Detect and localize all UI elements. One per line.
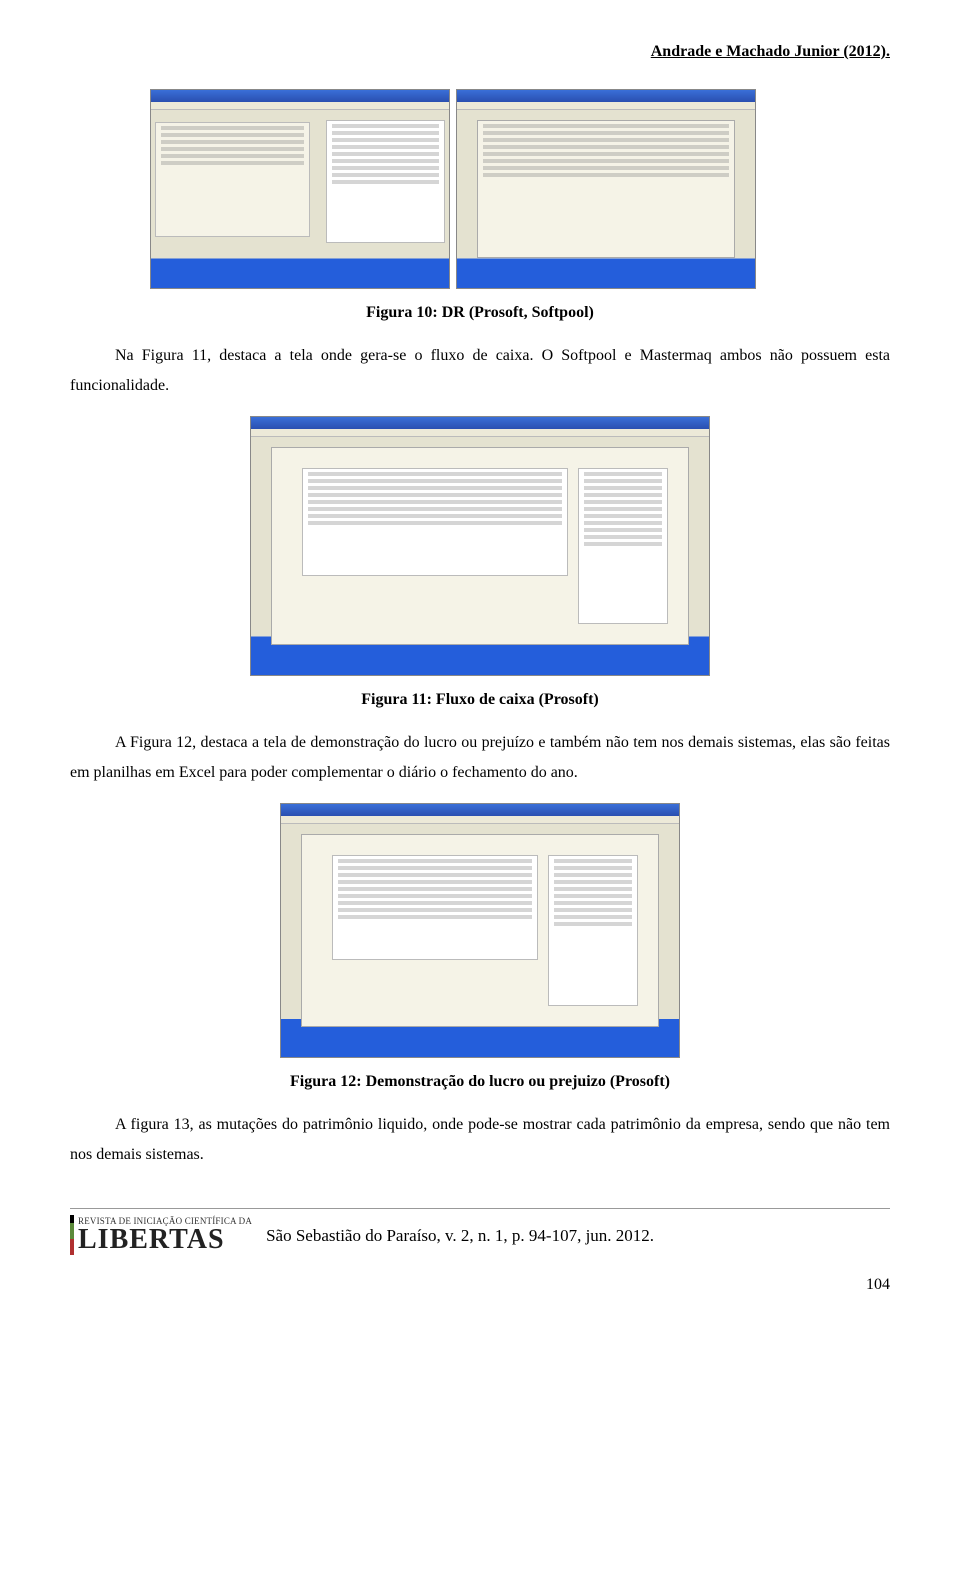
figure-10-images	[150, 89, 890, 289]
figure-11-image	[70, 416, 890, 676]
screenshot-prosoft-fluxo-caixa	[250, 416, 710, 676]
paragraph-3: A figura 13, as mutações do patrimônio l…	[70, 1110, 890, 1171]
journal-logo: REVISTA DE INICIAÇÃO CIENTÍFICA DA LIBER…	[70, 1215, 252, 1255]
footer-citation: São Sebastião do Paraíso, v. 2, n. 1, p.…	[266, 1223, 890, 1249]
screenshot-prosoft-dlpa	[280, 803, 680, 1058]
screenshot-softpool-dr	[456, 89, 756, 289]
figure-11-caption: Figura 11: Fluxo de caixa (Prosoft)	[70, 688, 890, 712]
figure-12-image	[70, 803, 890, 1058]
paragraph-2: A Figura 12, destaca a tela de demonstra…	[70, 728, 890, 789]
logo-title: LIBERTAS	[78, 1226, 225, 1254]
figure-10-caption: Figura 10: DR (Prosoft, Softpool)	[70, 301, 890, 325]
header-reference: Andrade e Machado Junior (2012).	[70, 40, 890, 64]
figure-12-caption: Figura 12: Demonstração do lucro ou prej…	[70, 1070, 890, 1094]
page-number: 104	[70, 1273, 890, 1297]
footer: REVISTA DE INICIAÇÃO CIENTÍFICA DA LIBER…	[70, 1208, 890, 1255]
screenshot-prosoft-dr	[150, 89, 450, 289]
paragraph-1: Na Figura 11, destaca a tela onde gera-s…	[70, 341, 890, 402]
logo-color-strip	[70, 1215, 74, 1255]
